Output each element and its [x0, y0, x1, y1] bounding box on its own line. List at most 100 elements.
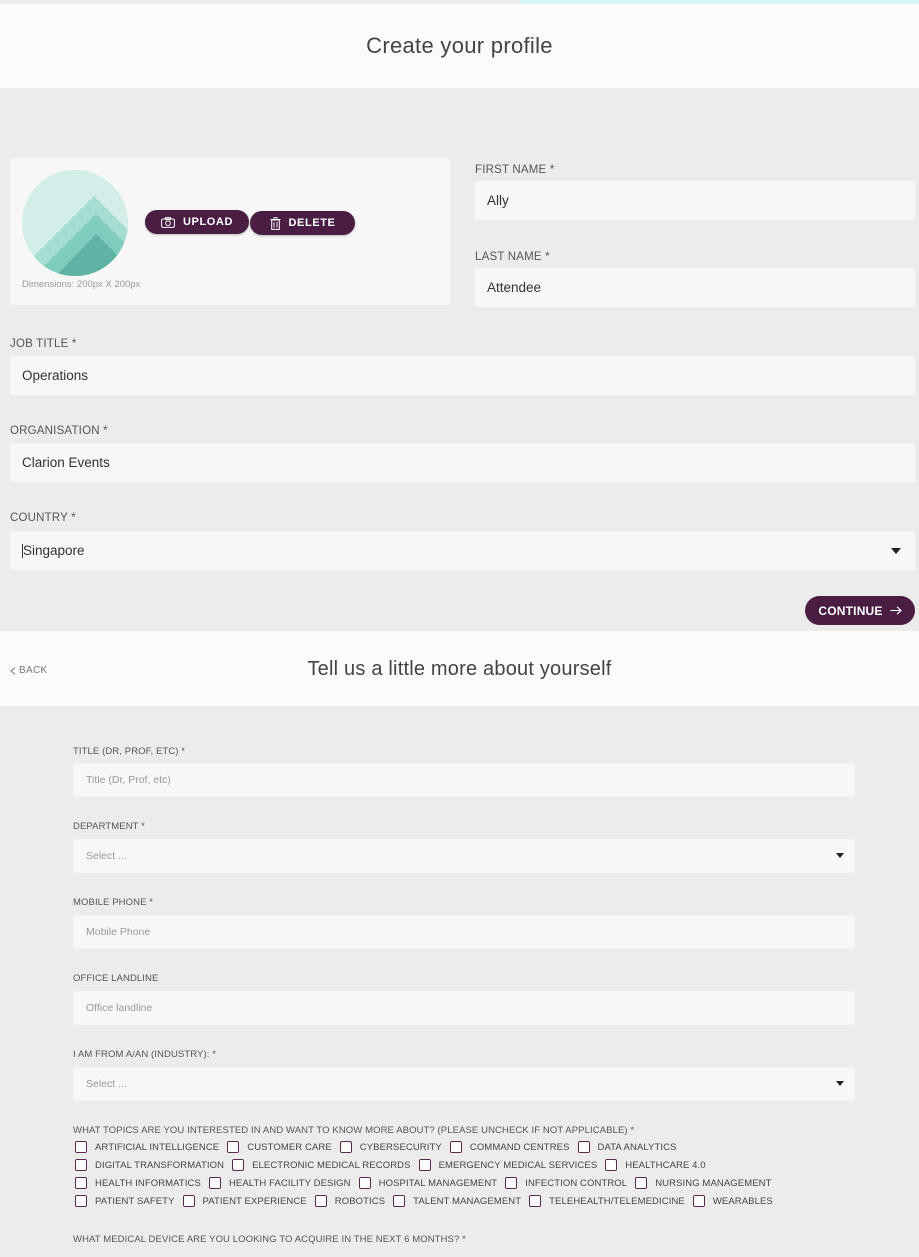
delete-label: DELETE — [288, 217, 336, 229]
title-input[interactable]: Title (Dr, Prof, etc) — [73, 763, 855, 797]
photo-dimensions: Dimensions: 200px X 200px — [22, 279, 141, 290]
topic-checkbox[interactable]: CUSTOMER CARE — [227, 1141, 332, 1153]
topic-label: NURSING MANAGEMENT — [655, 1177, 772, 1189]
topic-checkbox[interactable]: PATIENT EXPERIENCE — [182, 1195, 307, 1207]
checkbox[interactable] — [227, 1141, 240, 1153]
checkbox[interactable] — [339, 1141, 352, 1153]
topic-label: HEALTH FACILITY DESIGN — [228, 1177, 351, 1189]
checkbox[interactable] — [635, 1177, 648, 1189]
topic-label: TELEHEALTH/TELEMEDICINE — [549, 1195, 685, 1207]
topic-checkbox[interactable]: ARTIFICIAL INTELLIGENCE — [75, 1141, 219, 1153]
country-label: COUNTRY * — [10, 512, 76, 524]
topics-row-3: HEALTH INFORMATICS HEALTH FACILITY DESIG… — [75, 1176, 780, 1190]
topic-label: INFECTION CONTROL — [525, 1177, 628, 1189]
caret-down-icon — [891, 547, 901, 554]
title-placeholder: Title (Dr, Prof, etc) — [86, 774, 171, 786]
checkbox[interactable] — [605, 1159, 618, 1171]
topic-checkbox[interactable]: CYBERSECURITY — [339, 1141, 442, 1153]
checkbox[interactable] — [182, 1195, 195, 1207]
topic-label: PATIENT EXPERIENCE — [202, 1195, 307, 1207]
topic-checkbox[interactable]: HEALTHCARE 4.0 — [605, 1159, 706, 1171]
checkbox[interactable] — [232, 1159, 245, 1171]
topic-label: ARTIFICIAL INTELLIGENCE — [95, 1141, 220, 1153]
department-label: DEPARTMENT * — [73, 821, 145, 832]
topic-checkbox[interactable]: TELEHEALTH/TELEMEDICINE — [529, 1195, 685, 1207]
checkbox[interactable] — [529, 1195, 542, 1207]
trash-icon — [270, 216, 280, 230]
title-field-label: TITLE (DR, PROF, ETC) * — [73, 746, 186, 757]
checkbox[interactable] — [358, 1177, 371, 1189]
topic-checkbox[interactable]: DIGITAL TRANSFORMATION — [75, 1159, 224, 1171]
topic-label: HEALTHCARE 4.0 — [625, 1159, 706, 1171]
organisation-label: ORGANISATION * — [10, 425, 108, 437]
topic-label: COMMAND CENTRES — [469, 1141, 570, 1153]
topic-checkbox[interactable]: TALENT MANAGEMENT — [393, 1195, 521, 1207]
topic-checkbox[interactable]: INFECTION CONTROL — [505, 1177, 627, 1189]
first-name-value: Ally — [487, 193, 509, 208]
topic-checkbox[interactable]: HEALTH INFORMATICS — [75, 1177, 201, 1189]
industry-select[interactable]: Select ... — [73, 1067, 855, 1101]
checkbox[interactable] — [75, 1141, 87, 1153]
checkbox[interactable] — [505, 1177, 518, 1189]
topics-row-1: ARTIFICIAL INTELLIGENCE CUSTOMER CARE CY… — [75, 1140, 685, 1154]
caret-down-icon — [836, 1081, 844, 1086]
topic-label: TALENT MANAGEMENT — [413, 1195, 522, 1207]
last-name-label: LAST NAME * — [475, 251, 550, 263]
checkbox[interactable] — [418, 1159, 431, 1171]
topic-label: DIGITAL TRANSFORMATION — [95, 1159, 225, 1171]
mountain-icon — [22, 170, 128, 276]
checkbox[interactable] — [75, 1195, 87, 1207]
mobile-placeholder: Mobile Phone — [86, 926, 151, 938]
topic-label: CYBERSECURITY — [359, 1141, 442, 1153]
landline-placeholder: Office landline — [86, 1002, 153, 1014]
department-select[interactable]: Select ... — [73, 839, 855, 873]
page-title: Create your profile — [366, 33, 553, 58]
camera-icon — [161, 216, 175, 228]
topic-label: HOSPITAL MANAGEMENT — [378, 1177, 498, 1189]
industry-value: Select ... — [86, 1078, 127, 1090]
topics-row-4: PATIENT SAFETY PATIENT EXPERIENCE ROBOTI… — [75, 1194, 781, 1208]
first-name-field[interactable]: Ally — [475, 181, 915, 220]
checkbox[interactable] — [75, 1177, 87, 1189]
checkbox[interactable] — [75, 1159, 87, 1171]
upload-button[interactable]: UPLOAD — [145, 210, 249, 234]
topic-checkbox[interactable]: COMMAND CENTRES — [449, 1141, 570, 1153]
topics-label: WHAT TOPICS ARE YOU INTERESTED IN AND WA… — [73, 1125, 635, 1136]
industry-label: I AM FROM A/AN (INDUSTRY): * — [73, 1049, 217, 1060]
topic-checkbox[interactable]: ELECTRONIC MEDICAL RECORDS — [232, 1159, 411, 1171]
topic-checkbox[interactable]: PATIENT SAFETY — [75, 1195, 175, 1207]
landline-input[interactable]: Office landline — [73, 991, 855, 1025]
topic-checkbox[interactable]: HEALTH FACILITY DESIGN — [208, 1177, 351, 1189]
caret-down-icon — [836, 853, 844, 858]
checkbox[interactable] — [208, 1177, 221, 1189]
checkbox[interactable] — [692, 1195, 705, 1207]
topic-checkbox[interactable]: EMERGENCY MEDICAL SERVICES — [418, 1159, 598, 1171]
checkbox[interactable] — [577, 1141, 590, 1153]
topic-label: ROBOTICS — [334, 1195, 386, 1207]
job-title-field[interactable]: Operations — [10, 356, 915, 395]
continue-button[interactable]: CONTINUE — [805, 596, 915, 625]
organisation-field[interactable]: Clarion Events — [10, 443, 915, 482]
topic-checkbox[interactable]: DATA ANALYTICS — [577, 1141, 677, 1153]
topic-label: CUSTOMER CARE — [247, 1141, 332, 1153]
job-title-label: JOB TITLE * — [10, 338, 77, 350]
checkbox[interactable] — [449, 1141, 462, 1153]
topic-checkbox[interactable]: WEARABLES — [692, 1195, 773, 1207]
checkbox[interactable] — [314, 1195, 327, 1207]
upload-label: UPLOAD — [182, 216, 234, 228]
delete-button[interactable]: DELETE — [250, 211, 355, 235]
profile-header: Create your profile — [0, 4, 919, 88]
topic-checkbox[interactable]: NURSING MANAGEMENT — [635, 1177, 771, 1189]
checkbox[interactable] — [393, 1195, 406, 1207]
department-value: Select ... — [86, 850, 127, 862]
section-title: Tell us a little more about yourself — [307, 658, 612, 680]
last-name-field[interactable]: Attendee — [475, 268, 915, 307]
mobile-input[interactable]: Mobile Phone — [73, 915, 855, 949]
topic-label: ELECTRONIC MEDICAL RECORDS — [252, 1159, 411, 1171]
topic-checkbox[interactable]: ROBOTICS — [314, 1195, 386, 1207]
more-header: BACK Tell us a little more about yoursel… — [0, 631, 919, 706]
country-select[interactable]: Singapore — [10, 531, 915, 570]
topics-row-2: DIGITAL TRANSFORMATION ELECTRONIC MEDICA… — [75, 1158, 714, 1172]
topic-checkbox[interactable]: HOSPITAL MANAGEMENT — [358, 1177, 498, 1189]
continue-label: CONTINUE — [818, 603, 883, 618]
